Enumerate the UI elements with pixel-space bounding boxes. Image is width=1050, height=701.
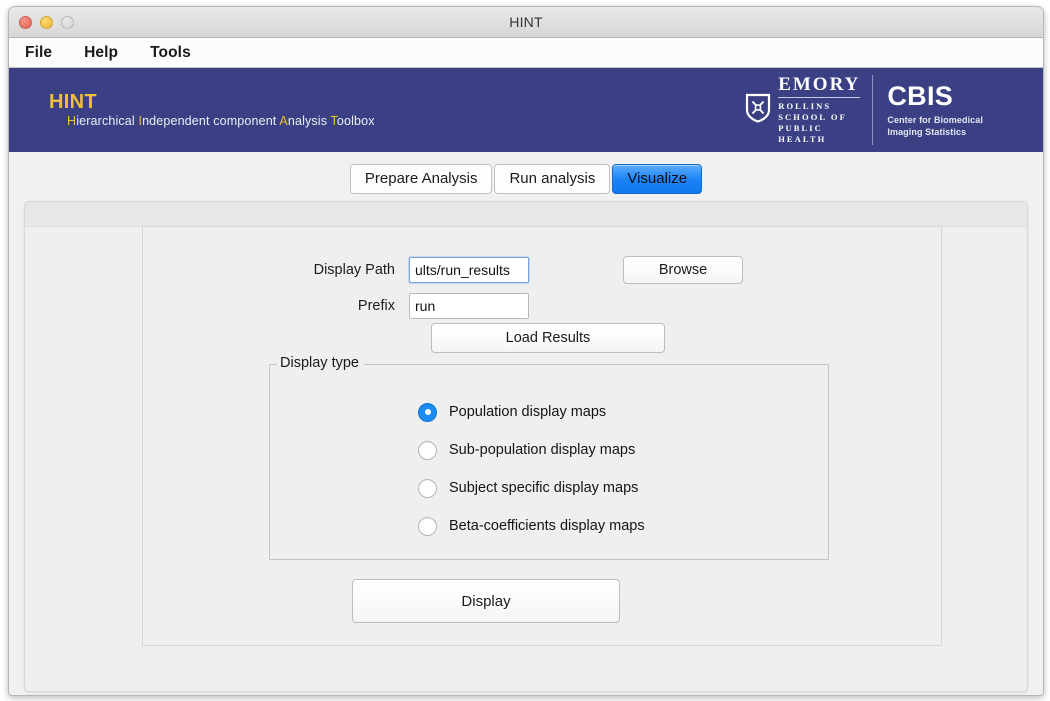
radio-population-icon[interactable] [418,402,437,422]
radio-beta-coefficients-icon[interactable] [418,516,437,536]
tab-bar: Prepare Analysis Run analysis Visualize [9,163,1043,194]
emory-rollins-line2: SCHOOL OF [778,111,847,122]
emory-name: EMORY [778,75,861,98]
display-type-legend: Display type [277,355,364,371]
prefix-label: Prefix [357,298,395,314]
radio-sub-population-icon[interactable] [418,440,437,460]
emory-rollins-line4: HEALTH [778,134,827,145]
load-results-button[interactable]: Load Results [431,323,665,353]
brand-subtitle-independent: ndependent component [142,114,280,129]
menu-item-file[interactable]: File [25,44,52,62]
display-type-radio-group: Population display maps Sub-population d… [418,393,645,545]
menu-item-tools[interactable]: Tools [150,44,191,62]
cbis-subtitle-line1: Center for Biomedical [887,114,983,125]
prefix-input[interactable] [409,293,529,319]
close-button[interactable] [19,15,32,29]
radio-option-population[interactable]: Population display maps [418,393,645,431]
menu-bar: File Help Tools [9,38,1043,68]
tab-visualize[interactable]: Visualize [612,163,703,194]
radio-sub-population-label: Sub-population display maps [449,442,636,458]
brand-subtitle-h: H [67,114,77,129]
display-type-groupbox: Display type Population display maps Sub… [269,355,829,560]
minimize-button[interactable] [40,15,53,29]
display-button-label: Display [461,592,511,610]
main-content: Prepare Analysis Run analysis Visualize … [9,152,1043,695]
brand-subtitle-toolbox: oolbox [336,114,375,129]
emory-shield-icon [745,93,771,128]
zoom-button[interactable] [61,15,74,29]
emory-rollins-line3: PUBLIC [778,123,823,133]
load-results-button-label: Load Results [505,330,591,346]
radio-option-subject-specific[interactable]: Subject specific display maps [418,469,645,507]
cbis-name: CBIS [887,81,954,112]
visualize-panel: Display Path Browse Prefix Load Results [24,201,1028,692]
brand-subtitle-analysis: nalysis [287,114,331,129]
institution-logos: EMORY ROLLINS SCHOOL OF PUBLIC HEALTH CB… [745,74,1021,146]
menu-item-help[interactable]: Help [84,44,118,62]
emory-wordmark: EMORY ROLLINS SCHOOL OF PUBLIC HEALTH [778,75,861,146]
display-path-label: Display Path [313,262,395,278]
radio-subject-specific-icon[interactable] [418,478,437,498]
display-path-input[interactable] [409,257,529,283]
application-window: HINT File Help Tools HINT Hierarchical I… [8,6,1044,696]
display-button[interactable]: Display [352,579,620,623]
browse-button[interactable]: Browse [623,256,743,284]
radio-option-sub-population[interactable]: Sub-population display maps [418,431,645,469]
brand-subtitle-hierarchical: ierarchical [76,114,139,129]
title-bar: HINT [9,7,1043,38]
browse-button-label: Browse [658,262,708,278]
radio-population-label: Population display maps [449,404,607,420]
panel-header-strip [25,202,1027,227]
brand-header: HINT Hierarchical Independent component … [9,68,1043,152]
brand-identity: HINT Hierarchical Independent component … [9,91,375,129]
visualize-form-panel: Display Path Browse Prefix Load Results [142,226,942,646]
app-root: HINT File Help Tools HINT Hierarchical I… [0,0,1050,701]
window-title: HINT [509,14,543,30]
tab-prepare-analysis[interactable]: Prepare Analysis [349,163,493,194]
window-controls [9,15,74,29]
cbis-subtitle-line2: Imaging Statistics [887,126,967,137]
radio-option-beta-coefficients[interactable]: Beta-coefficients display maps [418,507,645,545]
brand-subtitle-a: A [279,114,288,129]
cbis-logo: CBIS Center for Biomedical Imaging Stati… [873,82,983,138]
emory-logo: EMORY ROLLINS SCHOOL OF PUBLIC HEALTH [745,74,874,146]
brand-title: HINT [49,91,97,114]
prefix-row: Prefix [273,293,529,319]
radio-beta-coefficients-label: Beta-coefficients display maps [449,518,645,534]
emory-rollins-line1: ROLLINS [778,100,832,111]
display-path-row: Display Path [273,257,529,283]
brand-subtitle: Hierarchical Independent component Analy… [49,114,375,129]
tab-run-analysis[interactable]: Run analysis [494,163,611,194]
radio-subject-specific-label: Subject specific display maps [449,480,639,496]
